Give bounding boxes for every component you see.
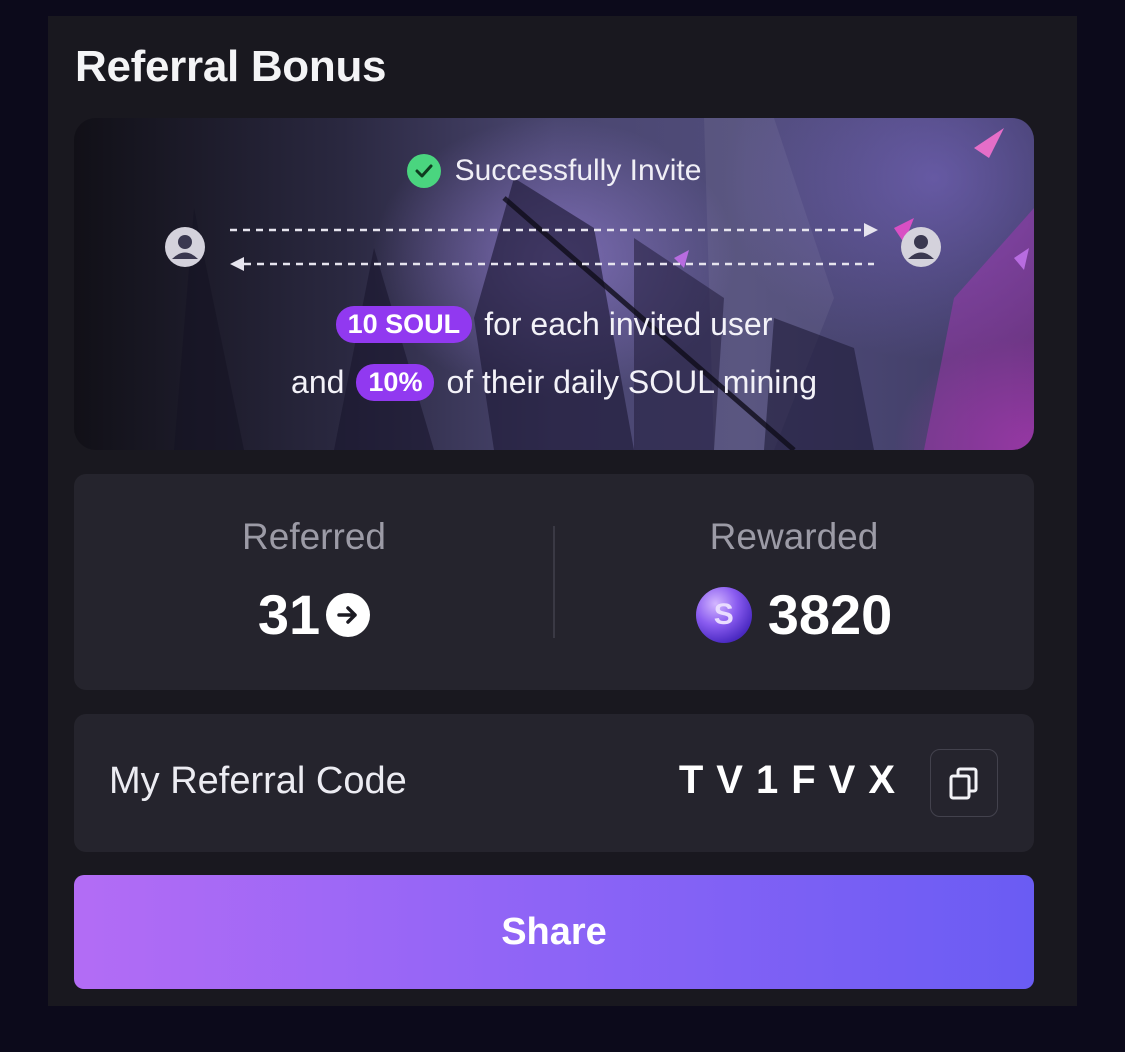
referred-stat: Referred 31 [74,474,554,690]
referral-code-label: My Referral Code [109,760,407,802]
reward-line-1-text: for each invited user [484,306,773,342]
page-title: Referral Bonus [75,42,387,91]
reward-line-2: and 10% of their daily SOUL mining [74,364,1034,401]
check-circle-icon [406,154,441,188]
referral-banner: Successfully Invite 10 SOUL for each inv… [74,118,1034,450]
soul-reward-pill: 10 SOUL [335,306,473,343]
referred-label: Referred [242,516,386,557]
referral-code-box: My Referral Code TV1FVX [74,714,1034,852]
invite-status-text: Successfully Invite [454,154,702,187]
percent-reward-pill: 10% [356,364,435,401]
arrow-right-circle-icon[interactable] [326,592,371,637]
reward-line-2-prefix: and [291,364,345,400]
referral-stats: Referred 31 Rewarded S 3820 [74,474,1034,690]
share-button[interactable]: Share [74,875,1034,989]
rewarded-label: Rewarded [709,516,879,557]
referred-count: 31 [257,583,321,646]
user-avatar-icon [901,227,941,267]
copy-icon [949,767,978,800]
reward-line-2-text: of their daily SOUL mining [446,364,817,400]
soul-coin-icon: S [695,586,752,643]
referral-panel: Referral Bonus Successfully Invite 10 SO… [48,16,1077,1006]
referral-code-value: TV1FVX [678,758,908,802]
reward-line-1: 10 SOUL for each invited user [74,306,1034,343]
rewarded-amount: 3820 [767,583,893,646]
invite-status: Successfully Invite [74,154,1034,188]
exchange-arrows [230,223,878,271]
rewarded-stat: Rewarded S 3820 [554,474,1034,690]
user-avatar-icon [165,227,205,267]
copy-code-button[interactable] [930,749,998,817]
